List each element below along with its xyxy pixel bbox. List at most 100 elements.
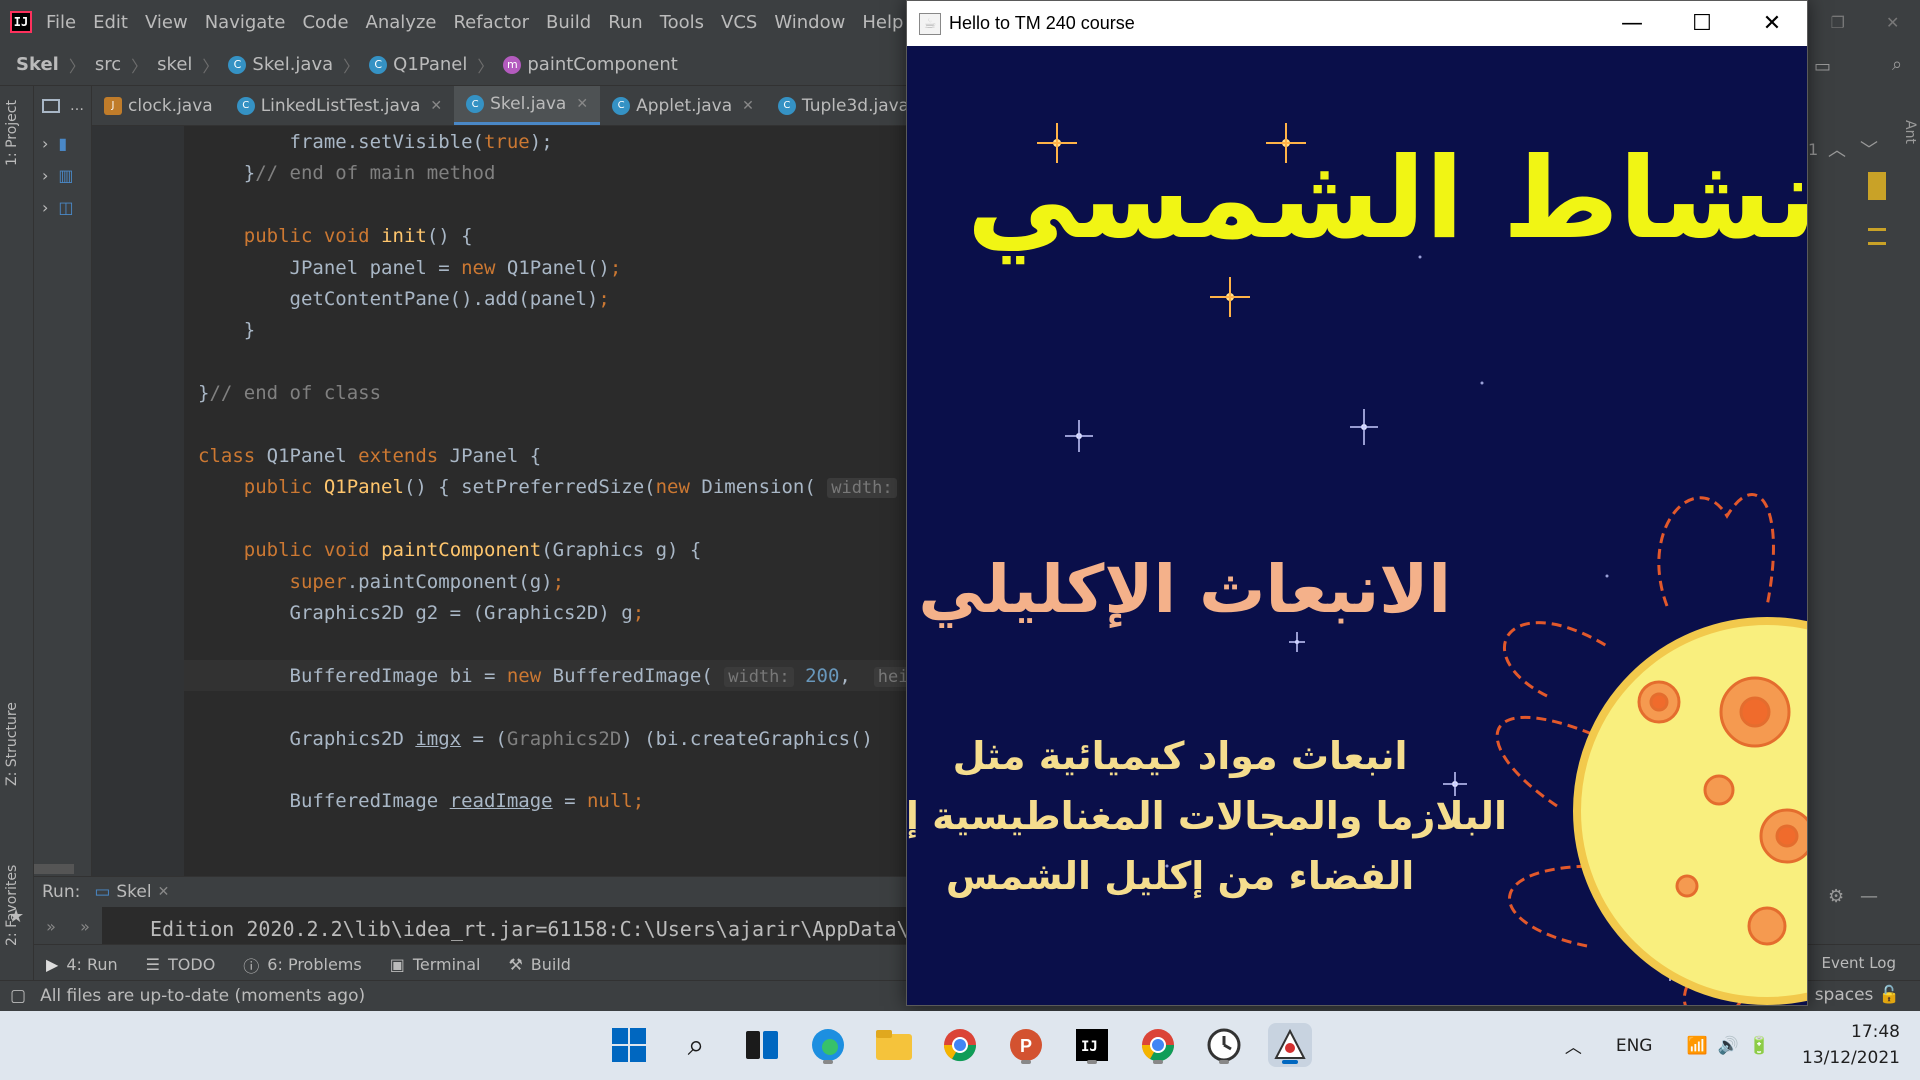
breadcrumb-skel[interactable]: skel bbox=[157, 54, 192, 75]
warning-stripe[interactable] bbox=[1868, 172, 1886, 200]
maximize-icon[interactable]: ☐ bbox=[1667, 1, 1737, 46]
code-line-current[interactable]: 55 BufferedImage bi = new BufferedImage(… bbox=[184, 660, 907, 691]
code-line[interactable]: 60 bbox=[184, 817, 907, 848]
windows-start-icon[interactable] bbox=[607, 1023, 651, 1067]
code-line[interactable]: 36 frame.setVisible(true); bbox=[184, 126, 907, 157]
code-line[interactable]: 52 super.paintComponent(g); bbox=[184, 566, 907, 597]
chevron-down-icon[interactable]: ﹀ bbox=[1860, 136, 1878, 162]
code-line[interactable]: 45 bbox=[184, 409, 907, 440]
code-line[interactable]: 61 bbox=[184, 848, 907, 876]
menu-code[interactable]: Code bbox=[302, 12, 348, 33]
code-editor[interactable]: 36 frame.setVisible(true); 37 }// end of… bbox=[184, 126, 907, 876]
tool-todo[interactable]: ☰ TODO bbox=[146, 955, 216, 974]
close-icon[interactable]: ✕ bbox=[430, 98, 442, 114]
clock-app-icon[interactable] bbox=[1202, 1023, 1246, 1067]
breadcrumb-project[interactable]: Skel bbox=[16, 54, 59, 75]
breadcrumb-file[interactable]: C Skel.java bbox=[228, 54, 333, 75]
chevron-up-icon[interactable]: ︿ bbox=[1565, 1033, 1582, 1058]
menu-file[interactable]: File bbox=[46, 12, 76, 33]
intellij-icon[interactable]: IJ bbox=[1070, 1023, 1114, 1067]
warning-marker[interactable] bbox=[1868, 242, 1886, 245]
breadcrumb-method[interactable]: m paintComponent bbox=[503, 54, 678, 75]
code-line[interactable]: 39o↑ public void init() { bbox=[184, 220, 907, 251]
chevron-up-icon[interactable]: ︿ bbox=[1828, 136, 1846, 162]
close-icon[interactable]: ✕ bbox=[576, 96, 588, 112]
code-line[interactable]: 53 Graphics2D g2 = (Graphics2D) g; bbox=[184, 597, 907, 628]
structure-tool-tab[interactable]: Z: Structure bbox=[4, 702, 20, 786]
project-tool-tab[interactable]: 1: Project bbox=[4, 100, 20, 166]
code-line[interactable]: 38 bbox=[184, 189, 907, 220]
code-line[interactable]: 37 }// end of main method bbox=[184, 157, 907, 188]
search-icon[interactable]: ⌕ bbox=[674, 1023, 718, 1067]
menu-tools[interactable]: Tools bbox=[660, 12, 704, 33]
project-tree-item-scratches[interactable]: › ◫ bbox=[42, 198, 74, 217]
project-panel-header[interactable]: … bbox=[42, 98, 84, 114]
tool-build[interactable]: ⚒ Build bbox=[508, 955, 571, 974]
tab-linkedlisttest[interactable]: C LinkedListTest.java ✕ bbox=[225, 86, 454, 125]
search-icon[interactable]: ⌕ bbox=[1892, 54, 1902, 75]
expand-icon[interactable]: » bbox=[46, 917, 56, 936]
breadcrumb-src[interactable]: src bbox=[95, 54, 121, 75]
wifi-icon[interactable]: 📶 bbox=[1686, 1036, 1707, 1056]
menu-help[interactable]: Help bbox=[862, 12, 903, 33]
code-line[interactable]: 50 bbox=[184, 503, 907, 534]
code-line[interactable]: 47 public Q1Panel() { setPreferredSize(n… bbox=[184, 471, 907, 502]
close-icon[interactable]: ✕ bbox=[158, 884, 170, 900]
applet-titlebar[interactable]: ☕ Hello to TM 240 course — ☐ ✕ bbox=[907, 1, 1807, 46]
menu-analyze[interactable]: Analyze bbox=[366, 12, 437, 33]
horizontal-scrollbar[interactable] bbox=[34, 864, 74, 874]
code-line[interactable]: 46class Q1Panel extends JPanel { bbox=[184, 440, 907, 471]
powerpoint-icon[interactable]: P bbox=[1004, 1023, 1048, 1067]
task-view-icon[interactable] bbox=[740, 1023, 784, 1067]
edge-icon[interactable] bbox=[806, 1023, 850, 1067]
close-icon[interactable]: ✕ bbox=[742, 98, 754, 114]
code-line[interactable]: 57 Graphics2D imgx = (Graphics2D) (bi.cr… bbox=[184, 723, 907, 754]
ant-tool-tab[interactable]: Ant bbox=[1902, 120, 1918, 144]
code-line[interactable]: 44}// end of class bbox=[184, 377, 907, 408]
code-line[interactable]: 43 bbox=[184, 346, 907, 377]
battery-icon[interactable]: 🔋 bbox=[1749, 1036, 1770, 1056]
run-config-tab[interactable]: ▭ Skel ✕ bbox=[94, 882, 169, 902]
gear-icon[interactable]: ⚙ bbox=[1828, 886, 1844, 907]
volume-icon[interactable]: 🔊 bbox=[1718, 1036, 1739, 1056]
file-explorer-icon[interactable] bbox=[872, 1023, 916, 1067]
code-line[interactable]: 56 bbox=[184, 691, 907, 722]
code-line[interactable]: 59 BufferedImage readImage = null; bbox=[184, 785, 907, 816]
minimize-icon[interactable]: — bbox=[1597, 1, 1667, 46]
menu-refactor[interactable]: Refactor bbox=[453, 12, 529, 33]
close-icon[interactable]: ✕ bbox=[1737, 1, 1807, 46]
menu-run[interactable]: Run bbox=[608, 12, 643, 33]
code-line[interactable]: 54 bbox=[184, 628, 907, 659]
language-indicator[interactable]: ENG bbox=[1616, 1036, 1653, 1056]
chrome-icon[interactable] bbox=[938, 1023, 982, 1067]
taskbar-clock[interactable]: 17:48 13/12/2021 bbox=[1800, 1019, 1900, 1071]
build-project-icon[interactable]: ▭ bbox=[1814, 56, 1831, 77]
console-output[interactable]: Edition 2020.2.2\lib\idea_rt.jar=61158:C… bbox=[150, 917, 909, 941]
code-line[interactable]: 42 } bbox=[184, 314, 907, 345]
tab-tuple3d[interactable]: C Tuple3d.java bbox=[766, 86, 921, 125]
close-icon[interactable]: ✕ bbox=[1886, 13, 1899, 32]
chrome-profile-icon[interactable] bbox=[1136, 1023, 1180, 1067]
java-applet-icon[interactable] bbox=[1268, 1023, 1312, 1067]
minimize-panel-icon[interactable]: — bbox=[1860, 886, 1878, 907]
project-tree-item-project[interactable]: › ▮ bbox=[42, 134, 67, 153]
applet-canvas[interactable]: نشاط الشمسي الانبعاث الإكليلي انبعاث موا… bbox=[907, 46, 1807, 1005]
code-line[interactable]: 51o↑ public void paintComponent(Graphics… bbox=[184, 534, 907, 565]
code-line[interactable]: 40 JPanel panel = new Q1Panel(); bbox=[184, 252, 907, 283]
event-log-button[interactable]: Event Log bbox=[1821, 954, 1896, 972]
tool-run[interactable]: ▶ 4: Run bbox=[46, 955, 118, 974]
menu-window[interactable]: Window bbox=[774, 12, 845, 33]
tool-terminal[interactable]: ▣ Terminal bbox=[390, 955, 481, 974]
project-tree-item-libraries[interactable]: › ▥ bbox=[42, 166, 74, 185]
tab-clock[interactable]: Jclock.java bbox=[92, 86, 225, 125]
breadcrumb-class[interactable]: C Q1Panel bbox=[369, 54, 467, 75]
warning-marker[interactable] bbox=[1868, 228, 1886, 231]
tool-problems[interactable]: ⓘ 6: Problems bbox=[243, 953, 361, 977]
tab-applet[interactable]: C Applet.java ✕ bbox=[600, 86, 766, 125]
tab-skel[interactable]: C Skel.java ✕ bbox=[454, 86, 601, 125]
layout-icon[interactable]: ▢ bbox=[10, 986, 26, 1006]
menu-navigate[interactable]: Navigate bbox=[205, 12, 286, 33]
code-line[interactable]: 41 getContentPane().add(panel); bbox=[184, 283, 907, 314]
menu-view[interactable]: View bbox=[145, 12, 188, 33]
restore-icon[interactable]: ❐ bbox=[1831, 13, 1845, 32]
